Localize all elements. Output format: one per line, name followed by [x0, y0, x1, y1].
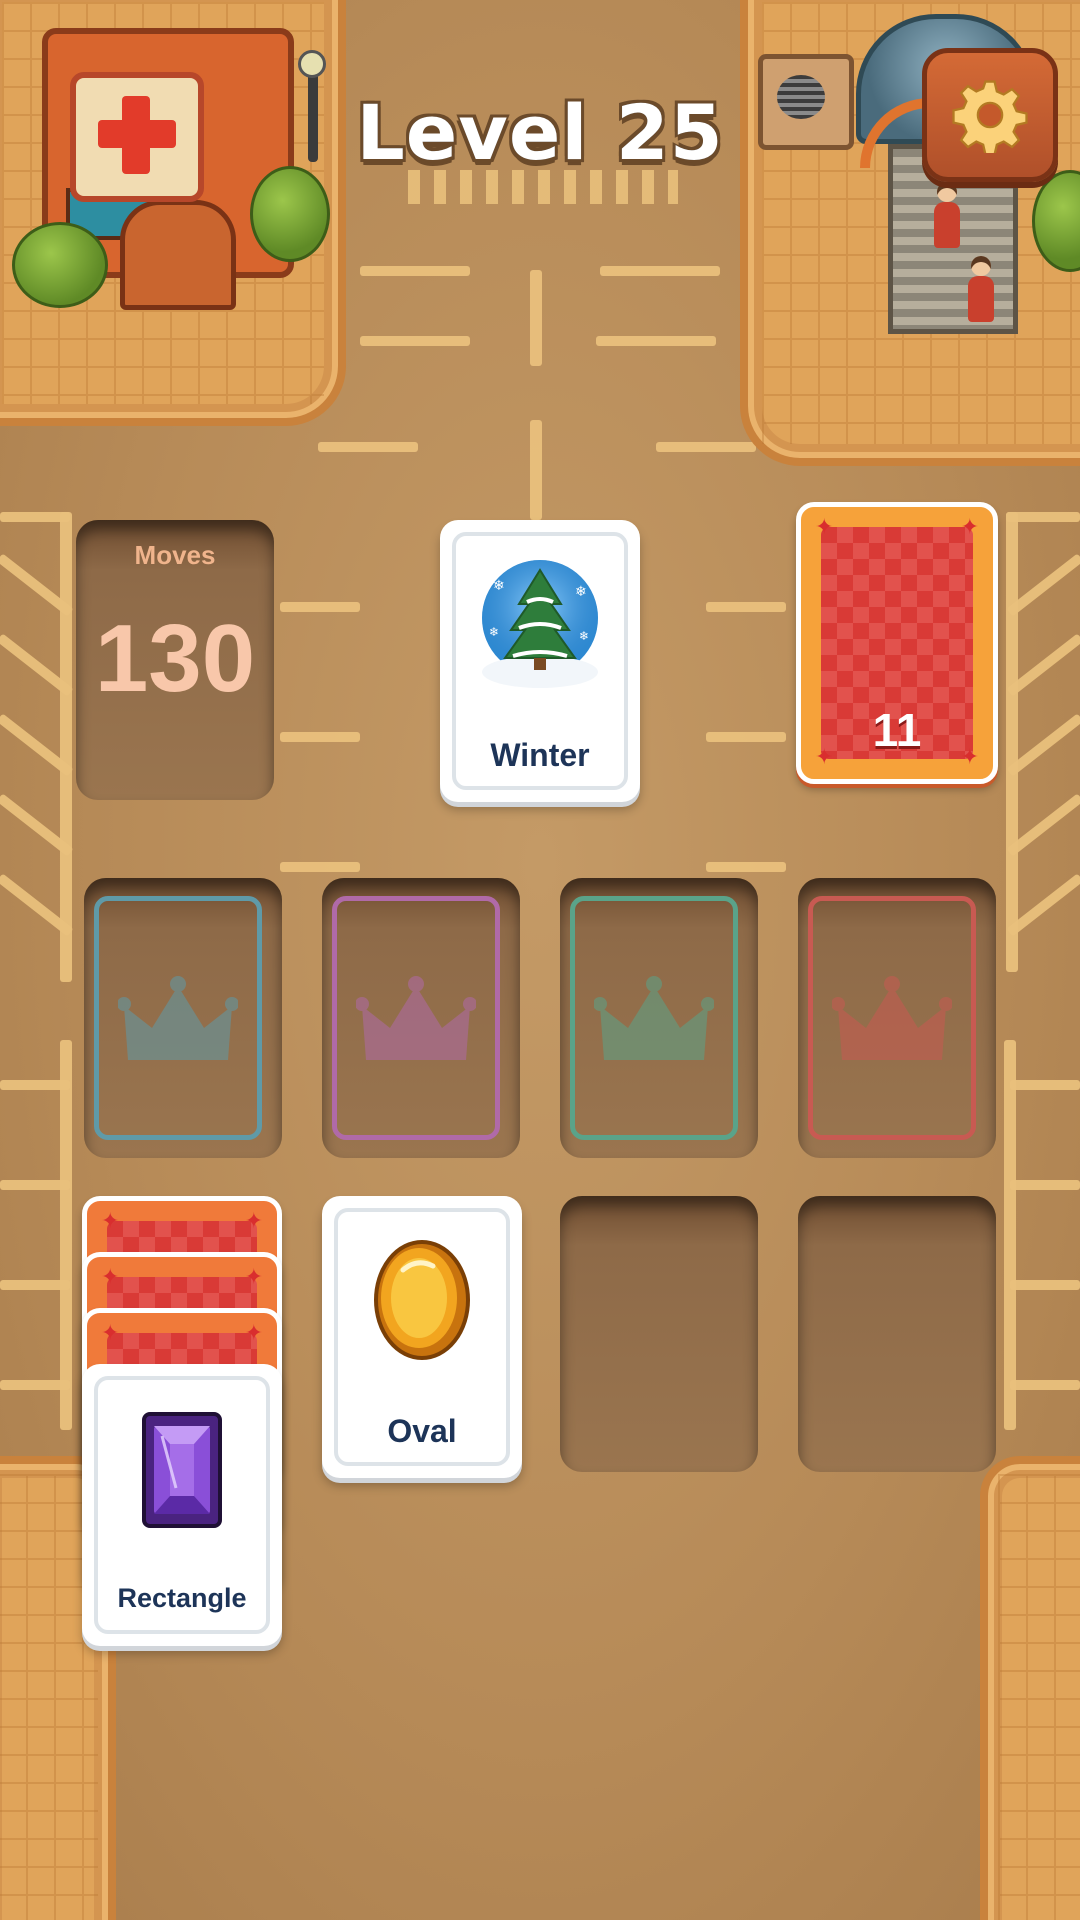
settings-button[interactable] [922, 48, 1058, 182]
purple-gem-icon [142, 1412, 222, 1528]
parking-line [706, 602, 786, 612]
parking-line [318, 442, 418, 452]
parking-line [596, 336, 716, 346]
parking-line [656, 442, 756, 452]
draw-deck[interactable]: ✦ ✦ ✦ ✦ 11 [796, 502, 998, 784]
tableau-card-oval[interactable]: Oval [322, 1196, 522, 1478]
tableau-slot-empty[interactable] [560, 1196, 758, 1472]
parking-line [600, 266, 720, 276]
parking-line [1006, 512, 1080, 522]
parking-line [0, 1280, 70, 1290]
moves-counter: Moves 130 [76, 520, 274, 800]
foundation-slot[interactable] [84, 878, 282, 1158]
parking-line [280, 602, 360, 612]
parking-line [706, 862, 786, 872]
sparkle-icon: ✦ [960, 515, 979, 540]
moves-label: Moves [134, 540, 216, 570]
parking-line [530, 270, 542, 366]
crown-icon [356, 976, 476, 1060]
sparkle-icon: ✦ [101, 1265, 120, 1290]
foundation-slot[interactable] [798, 878, 996, 1158]
sparkle-icon: ✦ [244, 1265, 263, 1290]
pedestrian-icon [934, 182, 960, 248]
crown-icon [118, 976, 238, 1060]
tableau-slot-empty[interactable] [798, 1196, 996, 1472]
christmas-tree-snowglobe-icon: ❄ ❄ ❄ ❄ [482, 560, 598, 688]
current-card-winter[interactable]: ❄ ❄ ❄ ❄ Winter [440, 520, 640, 802]
sparkle-icon: ✦ [101, 1321, 120, 1346]
sparkle-icon: ✦ [244, 1209, 263, 1234]
svg-text:❄: ❄ [493, 578, 505, 594]
parking-line [1010, 1180, 1080, 1190]
parking-line [1004, 1040, 1016, 1430]
pedestrian-icon [968, 256, 994, 322]
sparkle-icon: ✦ [815, 515, 834, 540]
crown-icon [594, 976, 714, 1060]
parking-line [60, 512, 72, 982]
card-label: Rectangle [117, 1583, 247, 1613]
sparkle-icon: ✦ [101, 1209, 120, 1234]
svg-text:❄: ❄ [575, 584, 587, 600]
parking-line [0, 512, 70, 522]
hospital-cross-icon [70, 72, 204, 202]
tree-icon [250, 166, 330, 262]
bottom-right-plaza [980, 1456, 1080, 1920]
parking-line [360, 266, 470, 276]
game-board: Level 25 Moves 130 ❄ ❄ ❄ ❄ Winter ✦ ✦ ✦ … [0, 0, 1080, 1920]
svg-text:❄: ❄ [579, 629, 589, 643]
deck-count: 11 [872, 704, 922, 756]
lamp-light-icon [298, 50, 326, 78]
parking-line [0, 1180, 70, 1190]
gold-coin-icon [374, 1240, 470, 1360]
parking-line [706, 732, 786, 742]
parking-line [1010, 1380, 1080, 1390]
parking-line [1010, 1080, 1080, 1090]
parking-line [0, 1380, 70, 1390]
parking-line [360, 336, 470, 346]
parking-line [1006, 512, 1018, 972]
parking-line [280, 862, 360, 872]
foundation-slot[interactable] [560, 878, 758, 1158]
parking-line [280, 732, 360, 742]
parking-line [530, 420, 542, 520]
level-title: Level 25 [356, 88, 724, 177]
card-label: Winter [490, 737, 590, 773]
parking-line [0, 1080, 70, 1090]
parking-line [1010, 1280, 1080, 1290]
parking-line [60, 1040, 72, 1430]
moves-value: 130 [94, 605, 256, 712]
bush-icon [12, 222, 108, 308]
crown-icon [832, 976, 952, 1060]
tableau-card-rectangle[interactable]: Rectangle [82, 1364, 282, 1646]
svg-text:❄: ❄ [489, 625, 499, 639]
gear-icon [952, 80, 1028, 153]
card-label: Oval [387, 1413, 457, 1449]
sparkle-icon: ✦ [244, 1321, 263, 1346]
foundation-slot[interactable] [322, 878, 520, 1158]
